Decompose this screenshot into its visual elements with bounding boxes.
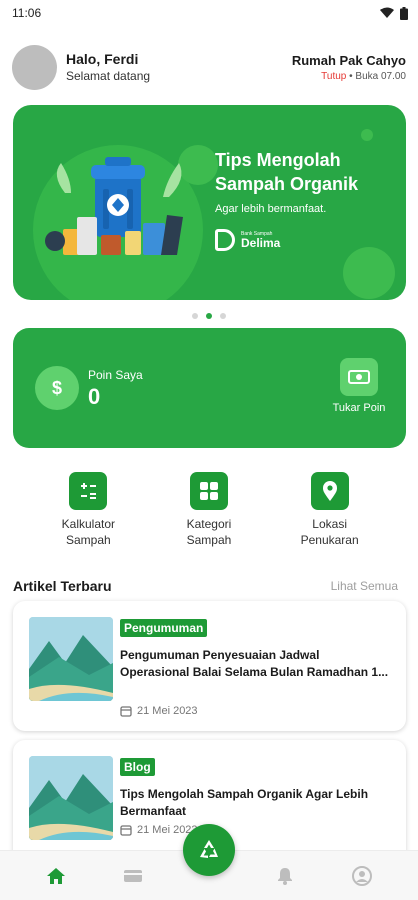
article-thumbnail — [29, 617, 113, 701]
wifi-icon — [380, 7, 394, 18]
menu-label-line2: Sampah — [186, 533, 232, 547]
nav-wallet[interactable] — [113, 856, 153, 896]
article-tag: Pengumuman — [120, 619, 208, 637]
menu-waste-category[interactable]: Kategori Sampah — [159, 472, 259, 548]
redeem-points-button[interactable]: Tukar Poin — [326, 358, 392, 414]
menu-exchange-location[interactable]: Lokasi Penukaran — [280, 472, 380, 548]
article-date: 21 Mei 2023 — [120, 824, 198, 836]
home-icon — [47, 867, 66, 884]
avatar[interactable] — [12, 44, 57, 90]
carousel-indicator — [0, 313, 418, 319]
calculator-icon — [69, 472, 108, 510]
article-tag: Blog — [120, 758, 155, 776]
brand-logo: Bank Sampah Delima — [215, 229, 280, 251]
articles-section-header: Artikel Terbaru Lihat Semua — [13, 578, 398, 594]
menu-label-line1: Kategori — [186, 517, 232, 531]
store-status: Tutup • Buka 07.00 — [292, 71, 406, 82]
menu-label-line1: Kalkulator — [61, 517, 116, 531]
see-all-link[interactable]: Lihat Semua — [331, 579, 398, 593]
money-icon — [348, 370, 370, 384]
article-thumbnail — [29, 756, 113, 840]
nav-profile[interactable] — [342, 856, 382, 896]
status-icons — [380, 6, 408, 20]
recycling-illustration — [45, 157, 183, 255]
banner-subtitle: Agar lebih bermanfaat. — [215, 203, 327, 215]
menu-label: Kategori Sampah — [159, 516, 259, 548]
calendar-icon — [120, 706, 132, 717]
banner-title-line1: Tips Mengolah — [215, 150, 341, 170]
carousel-dot-active[interactable] — [206, 313, 212, 319]
redeem-label: Tukar Poin — [332, 402, 386, 414]
points-label: Poin Saya — [88, 368, 143, 382]
menu-label: Kalkulator Sampah — [38, 516, 138, 548]
promo-banner[interactable]: Tips Mengolah Sampah Organik Agar lebih … — [13, 105, 406, 300]
menu-label-line2: Penukaran — [300, 533, 359, 547]
banner-title-line2: Sampah Organik — [215, 174, 359, 194]
nav-home[interactable] — [36, 856, 76, 896]
redeem-box — [340, 358, 378, 396]
points-value: 0 — [88, 384, 101, 409]
article-date: 21 Mei 2023 — [120, 705, 198, 717]
brand-mark-icon — [215, 229, 235, 251]
recycle-fab-button[interactable] — [183, 824, 235, 876]
category-grid-icon — [189, 472, 228, 510]
article-title: Tips Mengolah Sampah Organik Agar Lebih … — [120, 787, 369, 818]
menu-label-line1: Lokasi — [312, 517, 347, 531]
profile-icon — [351, 865, 372, 886]
quick-menu: Kalkulator Sampah Kategori Sampah Lokasi Pe… — [0, 472, 418, 548]
article-title: Pengumuman Penyesuaian Jadwal Operasiona… — [120, 648, 389, 679]
carousel-dot[interactable] — [192, 313, 198, 319]
menu-waste-calculator[interactable]: Kalkulator Sampah — [38, 472, 138, 548]
wallet-icon — [123, 869, 142, 882]
brand-name: Delima — [241, 235, 281, 250]
header: Halo, Ferdi Selamat datang Rumah Pak Cah… — [0, 26, 418, 98]
battery-icon — [400, 6, 408, 20]
banner-title: Tips Mengolah Sampah Organik — [215, 148, 358, 196]
store-closed-label: Tutup — [321, 70, 347, 82]
section-title: Artikel Terbaru — [13, 578, 112, 594]
user-info: Halo, Ferdi Selamat datang — [12, 44, 151, 90]
greeting-subtitle: Selamat datang — [66, 69, 151, 83]
store-hours: • Buka 07.00 — [346, 70, 406, 82]
coin-icon: $ — [35, 366, 79, 410]
status-bar: 11:06 — [0, 0, 418, 26]
article-date-text: 21 Mei 2023 — [137, 705, 198, 717]
store-info[interactable]: Rumah Pak Cahyo Tutup • Buka 07.00 — [292, 53, 406, 82]
menu-label: Lokasi Penukaran — [280, 516, 380, 548]
calendar-icon — [120, 825, 132, 836]
article-card[interactable]: Pengumuman Pengumuman Penyesuaian Jadwal… — [13, 601, 406, 731]
points-card: $ Poin Saya 0 Tukar Poin — [13, 328, 406, 448]
bell-icon — [278, 867, 293, 885]
greeting: Halo, Ferdi — [66, 51, 139, 67]
store-name: Rumah Pak Cahyo — [291, 52, 406, 68]
recycle-icon — [200, 840, 218, 858]
nav-notifications[interactable] — [265, 856, 305, 896]
carousel-dot[interactable] — [220, 313, 226, 319]
menu-label-line2: Sampah — [65, 533, 111, 547]
status-time: 11:06 — [12, 6, 42, 20]
location-pin-icon — [310, 472, 349, 510]
